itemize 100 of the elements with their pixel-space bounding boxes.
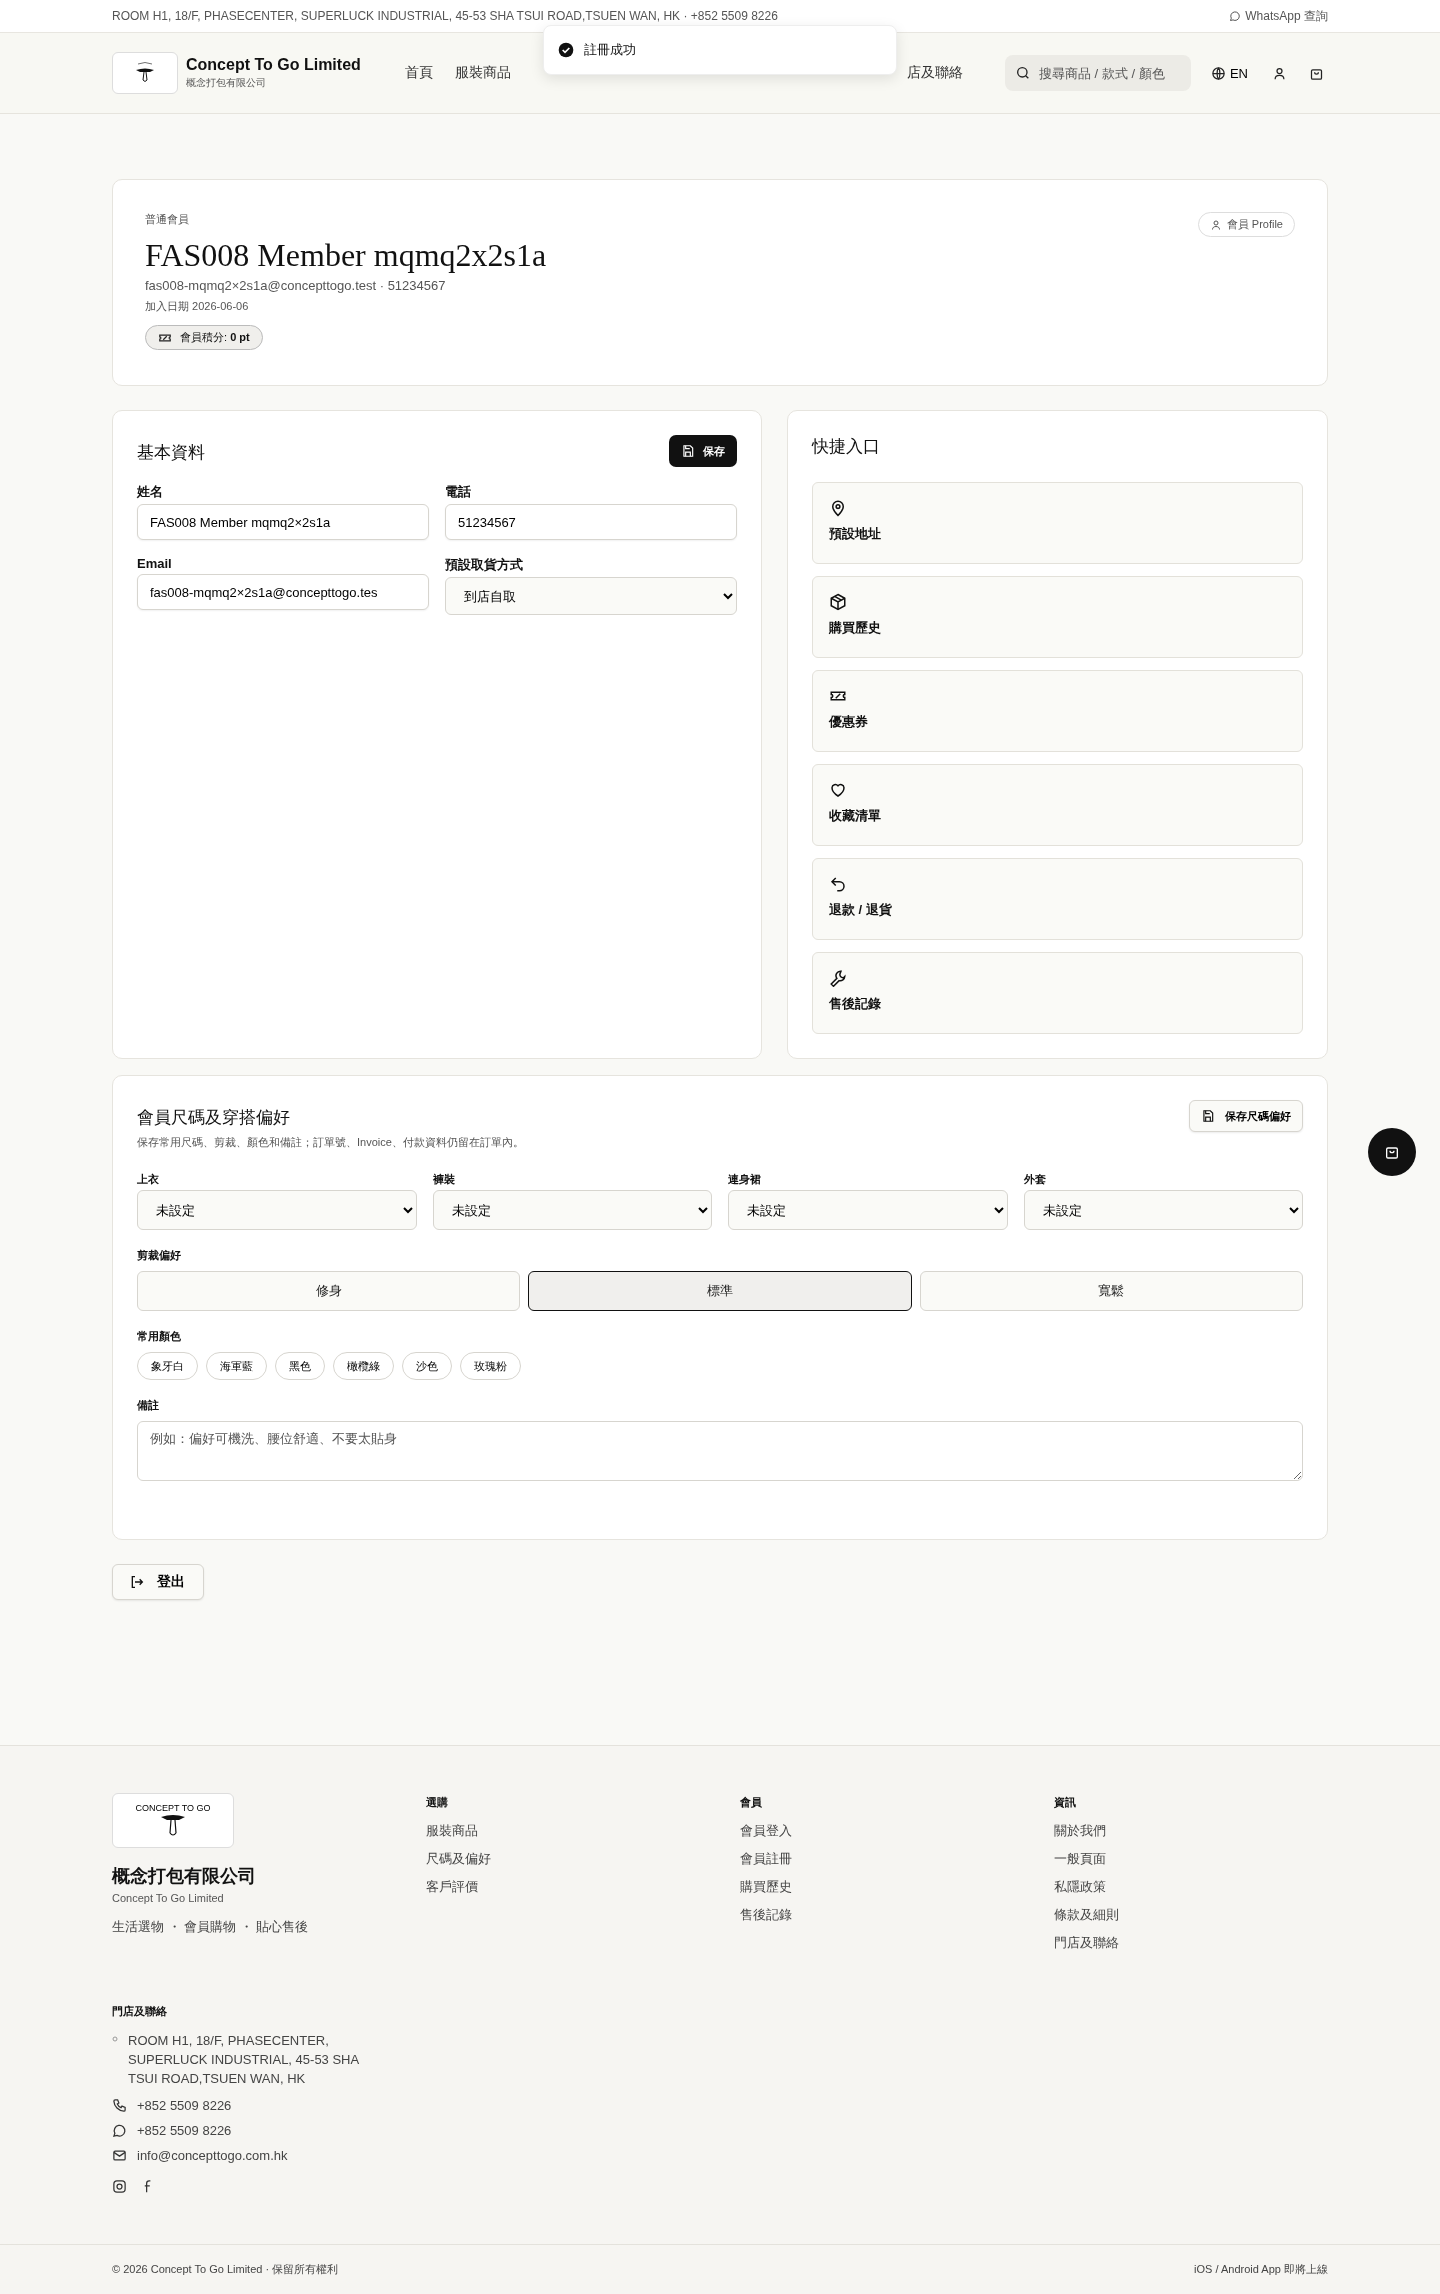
brand-subtitle: 概念打包有限公司 (186, 76, 267, 90)
pin-icon (829, 499, 847, 517)
card-subtitle: 保存常用尺碼、剪裁、顏色和備註；訂單號、Invoice、付款資料仍留在訂單內。 (137, 1135, 524, 1150)
join-date: 加入日期 2026-06-06 (145, 299, 250, 314)
address-text: ROOM H1, 18/F, PHASECENTER, SUPERLUCK INDUSTRIAL, 45-53 SHA TSUI ROAD,TSUEN WAN, HK · +852 5509 8226 (112, 9, 778, 23)
footer-heading: 會員 (740, 1795, 763, 1810)
footer-link[interactable]: 售後記錄 (740, 1906, 1054, 1924)
bag-icon (1384, 1144, 1400, 1160)
globe-icon (1210, 65, 1226, 81)
size-select[interactable]: 未設定 (432, 1190, 712, 1230)
card-title: 快捷入口 (812, 436, 881, 458)
card-title: 基本資料 (137, 442, 205, 464)
save-button[interactable]: 保存 (669, 435, 737, 467)
color-chip[interactable]: 沙色 (402, 1352, 452, 1380)
company-english-name: Concept To Go Limited (112, 1892, 225, 1904)
footer-heading: 選購 (426, 1795, 449, 1810)
save-preferences-button[interactable]: 保存尺碼偏好 (1189, 1100, 1303, 1132)
email-link[interactable]: info@concepttogo.com.hk (137, 2148, 288, 2163)
points-text: 會員積分: 0 pt (180, 330, 250, 345)
notes-field[interactable]: 例如：偏好可機洗、腰位舒適、不要太貼身 (137, 1421, 1303, 1481)
quick-link[interactable]: 收藏清單 (812, 764, 1303, 846)
footer-logo[interactable]: CONCEPT TO GO (112, 1793, 234, 1848)
footer-link[interactable]: 服裝商品 (426, 1822, 740, 1840)
footer-link[interactable]: 關於我們 (1054, 1822, 1368, 1840)
whatsapp-link[interactable]: +852 5509 8226 (137, 2123, 232, 2138)
logout-button[interactable]: 登出 (112, 1564, 204, 1600)
company-name: 概念打包有限公司 (112, 1865, 257, 1888)
quick-link[interactable]: 退款 / 退貨 (812, 858, 1303, 940)
input-field[interactable]: FAS008 Member mqmq2×2s1a (137, 504, 429, 540)
toast-message: 註冊成功 (584, 41, 636, 59)
chat-icon (1229, 10, 1242, 22)
logo[interactable] (112, 52, 178, 94)
quick-link[interactable]: 購買歷史 (812, 576, 1303, 658)
input-field[interactable]: 51234567 (445, 504, 737, 540)
box-icon (829, 593, 847, 611)
member-contact: fas008-mqmq2×2s1a@concepttogo.test · 51234567 (145, 278, 447, 293)
undo-icon (829, 875, 847, 893)
language-button[interactable]: EN (1204, 64, 1254, 82)
field-label: 剪裁偏好 (137, 1248, 182, 1263)
check-icon (558, 42, 574, 58)
field-label: 電話 (445, 483, 472, 501)
nav-link[interactable]: 店及聯絡 (906, 64, 963, 82)
size-select[interactable]: 未設定 (137, 1190, 417, 1230)
brand-name: Concept To Go Limited (186, 56, 361, 74)
fit-option[interactable]: 寬鬆 (919, 1271, 1303, 1311)
field-label: 褲裝 (432, 1172, 456, 1187)
cart-button[interactable] (1368, 1128, 1416, 1176)
size-select[interactable]: 未設定 (1023, 1190, 1303, 1230)
field-label: 連身裙 (728, 1172, 762, 1187)
footer-link[interactable]: 客戶評價 (426, 1878, 740, 1896)
field-label: 常用顏色 (137, 1329, 182, 1344)
footer-link[interactable]: 購買歷史 (740, 1878, 1054, 1896)
field-label: 姓名 (137, 483, 164, 501)
copyright-text: © 2026 Concept To Go Limited · 保留所有權利 (112, 2262, 339, 2277)
instagram-icon[interactable] (112, 2179, 127, 2194)
footer-heading: 門店及聯絡 (112, 2004, 168, 2019)
field-label: 上衣 (137, 1172, 160, 1187)
footer-heading: 資訊 (1054, 1795, 1077, 1810)
footer-link[interactable]: 一般頁面 (1054, 1850, 1368, 1868)
color-chip[interactable]: 玫瑰粉 (460, 1352, 521, 1380)
size-select[interactable]: 未設定 (728, 1190, 1008, 1230)
footer-link[interactable]: 條款及細則 (1054, 1906, 1368, 1924)
member-name: FAS008 Member mqmq2x2s1a (145, 237, 547, 274)
user-icon (1209, 218, 1222, 231)
input-field[interactable]: fas008-mqmq2×2s1a@concepttogo.tes (137, 574, 429, 610)
chat-icon (112, 2123, 127, 2138)
heart-icon (829, 781, 847, 799)
color-chip[interactable]: 象牙白 (137, 1352, 198, 1380)
footer-link[interactable]: 門店及聯絡 (1054, 1934, 1368, 1952)
store-address: ROOM H1, 18/F, PHASECENTER, SUPERLUCK INDUSTRIAL, 45-53 SHA TSUI ROAD,TSUEN WAN, HK (128, 2032, 360, 2088)
field-label: Email (137, 556, 173, 571)
footer-link[interactable]: 尺碼及偏好 (426, 1850, 740, 1868)
mail-icon (112, 2148, 127, 2163)
quick-link[interactable]: 售後記錄 (812, 952, 1303, 1034)
search-field[interactable]: 搜尋商品 / 款式 / 顏色 (1004, 55, 1191, 91)
phone-link[interactable]: +852 5509 8226 (137, 2098, 232, 2113)
field-label: 預設取貨方式 (445, 556, 524, 574)
fit-option[interactable]: 修身 (137, 1271, 521, 1311)
member-tier-label: 普通會員 (145, 212, 190, 227)
fit-option[interactable]: 標準 (528, 1271, 912, 1311)
nav-link[interactable]: 首頁 (404, 64, 433, 82)
tagline: 生活選物 ・ 會員購物 ・ 貼心售後 (112, 1918, 310, 1936)
field-label: 外套 (1023, 1172, 1047, 1187)
wrench-icon (829, 969, 847, 987)
phone-icon (112, 2098, 127, 2113)
whatsapp-link[interactable]: WhatsApp 查詢 (1229, 7, 1328, 25)
footer-link[interactable]: 私隱政策 (1054, 1878, 1368, 1896)
color-chip[interactable]: 海軍藍 (206, 1352, 267, 1380)
quick-link[interactable]: 預設地址 (812, 482, 1303, 564)
pickup-select[interactable]: 到店自取 (445, 577, 737, 615)
search-icon (1014, 65, 1031, 81)
logout-icon (129, 1574, 145, 1590)
profile-button[interactable]: 會員 Profile (1197, 212, 1295, 237)
footer-link[interactable]: 會員登入 (740, 1822, 1054, 1840)
app-note: iOS / Android App 即將上線 (1194, 2262, 1328, 2277)
color-chip[interactable]: 黑色 (275, 1352, 325, 1380)
quick-link[interactable]: 優惠券 (812, 670, 1303, 752)
color-chip[interactable]: 橄欖綠 (333, 1352, 394, 1380)
footer-link[interactable]: 會員註冊 (740, 1850, 1054, 1868)
nav-link[interactable]: 服裝商品 (454, 64, 511, 82)
